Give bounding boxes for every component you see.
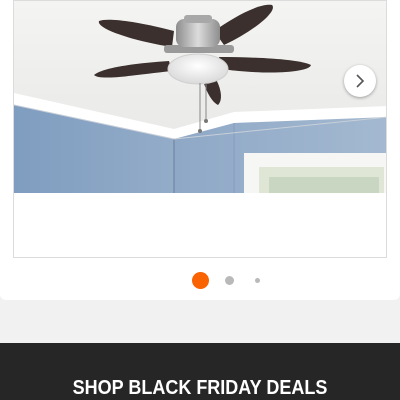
promo-banner[interactable]: SHOP BLACK FRIDAY DEALS <box>0 343 400 400</box>
pagination-dot[interactable] <box>225 276 234 285</box>
product-image[interactable] <box>13 0 387 258</box>
pagination-dot-active[interactable] <box>192 272 209 289</box>
ceiling-fan-photo <box>14 1 386 257</box>
chevron-right-icon <box>356 74 365 88</box>
carousel-pagination <box>0 272 400 289</box>
pagination-dot[interactable] <box>255 278 260 283</box>
product-card <box>0 0 400 300</box>
next-image-button[interactable] <box>344 65 376 97</box>
promo-banner-label: SHOP BLACK FRIDAY DEALS <box>72 377 328 399</box>
